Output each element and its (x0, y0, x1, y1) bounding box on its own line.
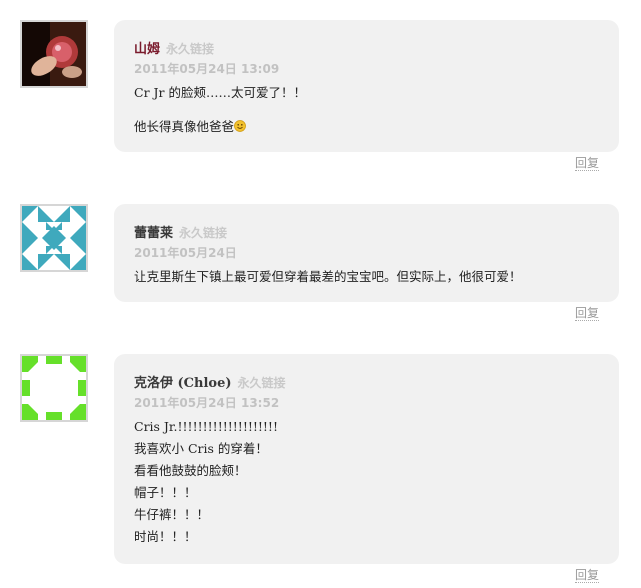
avatar[interactable] (20, 354, 88, 422)
reply-link[interactable]: 回复 (575, 306, 600, 321)
comment-text-line: 我喜欢小 Cris 的穿着！ (134, 441, 268, 456)
comment-text-line: 他长得真像他爸爸 (134, 116, 599, 138)
comment-date: 2011年05月24日 13:52 (134, 396, 280, 410)
author-name[interactable]: 克洛伊 (Chloe) (134, 376, 232, 391)
comment-text-line: 牛仔裤！！！ (134, 507, 210, 522)
author-name[interactable]: 蕾蕾莱 (134, 226, 173, 241)
permalink-link[interactable]: 永久链接 (238, 376, 286, 390)
comment-bubble: 克洛伊 (Chloe) 永久链接 2011年05月24日 13:52 Cris J… (114, 354, 619, 564)
comment-text: 他长得真像他爸爸 (134, 119, 235, 134)
comment-text-line: 时尚！！！ (134, 529, 197, 544)
permalink-link[interactable]: 永久链接 (179, 226, 227, 240)
comment-date: 2011年05月24日 13:09 (134, 62, 280, 76)
reply-link[interactable]: 回复 (575, 156, 600, 171)
comment-meta: 山姆 永久链接 (134, 40, 599, 58)
comment-text-line: 帽子！！！ (134, 485, 197, 500)
identicon-avatar-icon (22, 356, 86, 420)
comment-bubble: 蕾蕾莱 永久链接 2011年05月24日 让克里斯生下镇上最可爱但穿着最差的宝宝吧… (114, 204, 619, 302)
identicon-avatar-icon (22, 206, 86, 270)
reply-link[interactable]: 回复 (575, 568, 600, 583)
avatar[interactable] (20, 20, 88, 88)
comment-text-line: Cris Jr.!!!!!!!!!!!!!!!!!!!! (134, 419, 278, 434)
comment-text-line: 看看他鼓鼓的脸颊！ (134, 463, 247, 478)
comment-meta: 克洛伊 (Chloe) 永久链接 (134, 374, 599, 392)
avatar[interactable] (20, 204, 88, 272)
comment-bubble: 山姆 永久链接 2011年05月24日 13:09 Cr Jr 的脸颊……太可爱了… (114, 20, 619, 152)
comment-meta: 蕾蕾莱 永久链接 (134, 224, 599, 242)
smile-emoji-icon (234, 120, 246, 132)
comment-text-line: 让克里斯生下镇上最可爱但穿着最差的宝宝吧。但实际上，他很可爱！ (134, 269, 522, 284)
author-name[interactable]: 山姆 (134, 42, 160, 57)
comment-date: 2011年05月24日 (134, 246, 237, 260)
permalink-link[interactable]: 永久链接 (166, 42, 214, 56)
user-photo-avatar-icon (22, 22, 86, 86)
comment-text-line: Cr Jr 的脸颊……太可爱了！！ (134, 85, 306, 100)
